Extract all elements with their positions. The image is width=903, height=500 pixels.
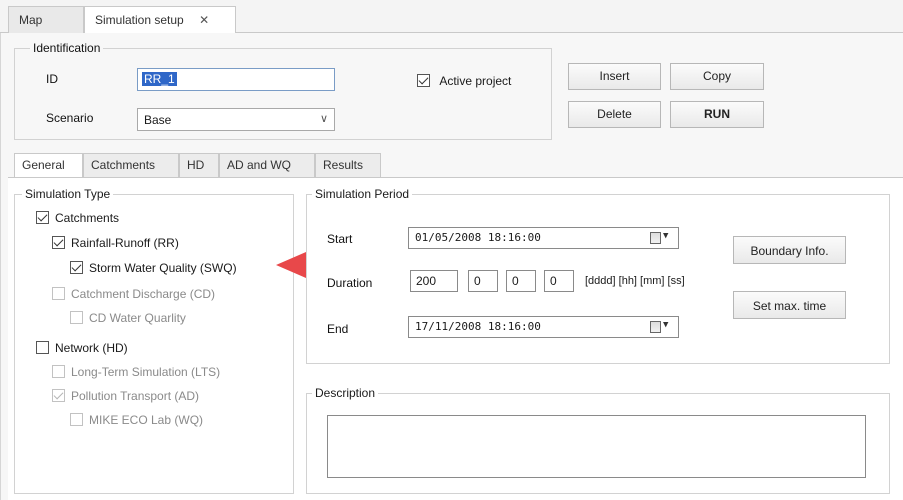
id-label: ID <box>46 72 58 86</box>
start-datetime-input[interactable]: 01/05/2008 18:16:00 ▼ <box>408 227 679 249</box>
delete-button[interactable]: Delete <box>568 101 661 128</box>
active-project-label: Active project <box>439 73 512 88</box>
tab-hd-label: HD <box>187 158 205 172</box>
boundary-info-button[interactable]: Boundary Info. <box>733 236 846 264</box>
tab-simulation-setup[interactable]: Simulation setup ✕ <box>84 6 236 34</box>
rainfall-runoff-label: Rainfall-Runoff (RR) <box>71 235 179 250</box>
active-project-checkbox[interactable]: Active project <box>417 73 511 88</box>
pollution-transport-checkbox[interactable]: Pollution Transport (AD) <box>52 388 199 403</box>
tab-map-label: Map <box>19 13 43 27</box>
start-value: 01/05/2008 18:16:00 <box>415 231 541 244</box>
close-icon[interactable]: ✕ <box>199 13 209 27</box>
cd-water-quality-checkbox[interactable]: CD Water Quarlity <box>70 310 186 325</box>
long-term-simulation-checkbox[interactable]: Long-Term Simulation (LTS) <box>52 364 220 379</box>
duration-seconds-input[interactable]: 0 <box>544 270 574 292</box>
checkbox-icon <box>417 74 430 88</box>
checkbox-icon <box>70 413 83 427</box>
tab-general[interactable]: General <box>14 153 83 178</box>
mike-eco-lab-checkbox[interactable]: MIKE ECO Lab (WQ) <box>70 412 203 427</box>
start-label: Start <box>327 232 353 246</box>
scenario-value: Base <box>144 113 172 127</box>
network-hd-label: Network (HD) <box>55 340 128 355</box>
description-legend: Description <box>312 386 379 400</box>
tab-hd[interactable]: HD <box>179 153 219 177</box>
checkbox-icon <box>52 389 65 403</box>
checkbox-icon <box>70 261 83 275</box>
id-value: RR_1 <box>142 72 177 86</box>
storm-water-quality-label: Storm Water Quality (SWQ) <box>89 260 237 275</box>
tab-results-label: Results <box>323 158 364 172</box>
calendar-icon[interactable]: ▼ <box>650 320 670 334</box>
tab-results[interactable]: Results <box>315 153 381 177</box>
checkbox-icon <box>36 341 49 355</box>
mike-eco-lab-label: MIKE ECO Lab (WQ) <box>89 412 204 427</box>
tab-map[interactable]: Map <box>8 6 84 33</box>
description-textarea[interactable] <box>327 415 866 478</box>
storm-water-quality-checkbox[interactable]: Storm Water Quality (SWQ) <box>70 260 237 275</box>
tab-ad-and-wq-label: AD and WQ <box>227 158 292 172</box>
simulation-type-legend: Simulation Type <box>22 187 114 201</box>
duration-hours-input[interactable]: 0 <box>468 270 498 292</box>
end-value: 17/11/2008 18:16:00 <box>415 320 541 333</box>
tab-catchments[interactable]: Catchments <box>83 153 179 177</box>
catchments-checkbox[interactable]: Catchments <box>36 210 119 225</box>
end-datetime-input[interactable]: 17/11/2008 18:16:00 ▼ <box>408 316 679 338</box>
scenario-label: Scenario <box>46 111 94 125</box>
network-hd-checkbox[interactable]: Network (HD) <box>36 340 128 355</box>
set-max-time-button[interactable]: Set max. time <box>733 291 846 319</box>
tab-catchments-label: Catchments <box>91 158 156 172</box>
simulation-period-legend: Simulation Period <box>312 187 413 201</box>
pollution-transport-label: Pollution Transport (AD) <box>71 388 200 403</box>
cd-water-quality-label: CD Water Quarlity <box>89 310 186 325</box>
tab-simulation-setup-label: Simulation setup <box>95 13 184 27</box>
catchment-discharge-checkbox[interactable]: Catchment Discharge (CD) <box>52 286 215 301</box>
duration-format-hint: [dddd] [hh] [mm] [ss] <box>585 275 685 287</box>
long-term-simulation-label: Long-Term Simulation (LTS) <box>71 364 221 379</box>
run-button[interactable]: RUN <box>670 101 764 128</box>
chevron-down-icon: ∨ <box>319 113 328 125</box>
duration-days-input[interactable]: 200 <box>410 270 458 292</box>
insert-button[interactable]: Insert <box>568 63 661 90</box>
duration-label: Duration <box>327 276 373 290</box>
id-input[interactable]: RR_1 <box>137 68 335 91</box>
checkbox-icon <box>36 211 49 225</box>
copy-button[interactable]: Copy <box>670 63 764 90</box>
checkbox-icon <box>52 287 65 301</box>
rainfall-runoff-checkbox[interactable]: Rainfall-Runoff (RR) <box>52 235 179 250</box>
scenario-select[interactable]: Base ∨ <box>137 108 335 131</box>
calendar-icon[interactable]: ▼ <box>650 231 670 245</box>
checkbox-icon <box>52 236 65 250</box>
duration-minutes-input[interactable]: 0 <box>506 270 536 292</box>
identification-legend: Identification <box>30 41 104 55</box>
checkbox-icon <box>70 311 83 325</box>
catchments-label: Catchments <box>55 210 120 225</box>
tab-general-label: General <box>22 158 65 172</box>
tab-ad-and-wq[interactable]: AD and WQ <box>219 153 315 177</box>
checkbox-icon <box>52 365 65 379</box>
end-label: End <box>327 322 349 336</box>
catchment-discharge-label: Catchment Discharge (CD) <box>71 286 216 301</box>
